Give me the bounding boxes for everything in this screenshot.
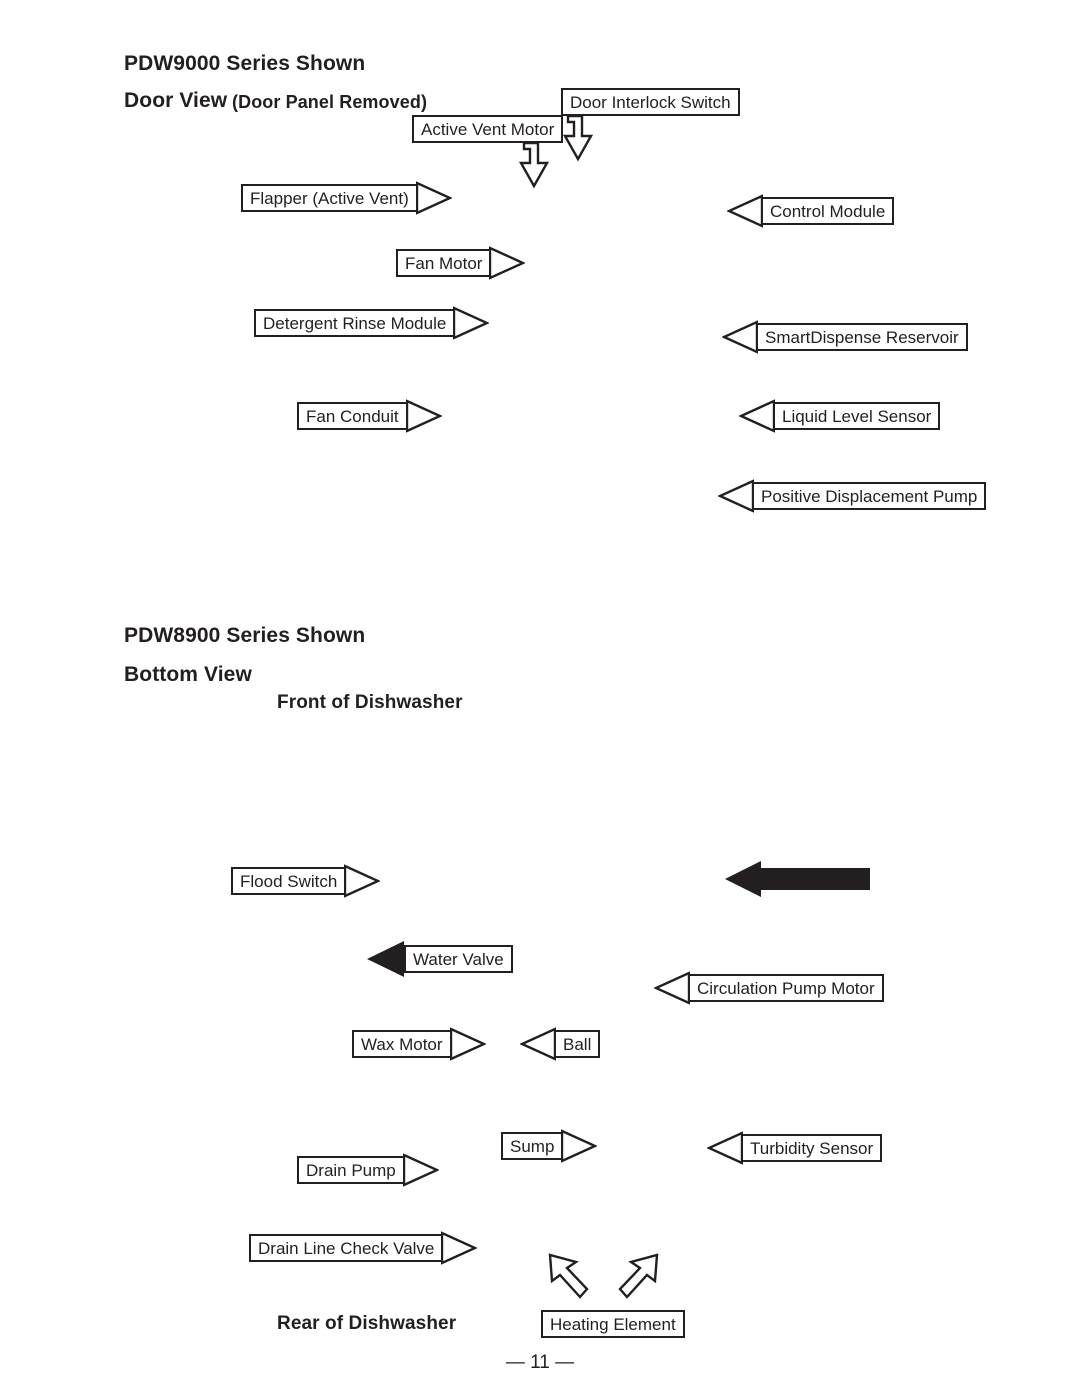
callout-label: Positive Displacement Pump: [752, 482, 987, 510]
page-number: — 11 —: [505, 1352, 575, 1373]
callout-fan-motor: Fan Motor: [396, 243, 526, 283]
front-of-dishwasher-label: Front of Dishwasher: [277, 692, 463, 713]
callout-door-interlock-switch: Door Interlock Switch: [561, 88, 740, 162]
callout-label: Circulation Pump Motor: [688, 974, 884, 1002]
callout-label: Fan Motor: [396, 249, 492, 277]
callout-positive-displacement-pump: Positive Displacement Pump: [718, 476, 987, 516]
left-arrow-icon: [722, 320, 758, 354]
callout-flood-switch: Flood Switch: [231, 861, 381, 901]
callout-label: Sump: [501, 1132, 564, 1160]
callout-label: Active Vent Motor: [412, 115, 564, 143]
left-arrow-icon: [520, 1027, 556, 1061]
callout-label: Flapper (Active Vent): [241, 184, 418, 212]
callout-label: Turbidity Sensor: [741, 1134, 883, 1162]
bottom-section-series-title: PDW8900 Series Shown: [124, 624, 366, 647]
callout-label: Flood Switch: [231, 867, 347, 895]
right-arrow-icon: [415, 181, 452, 215]
callout-sump: Sump: [501, 1126, 598, 1166]
service-manual-page: PDW9000 Series Shown Door View (Door Pan…: [0, 0, 1080, 1397]
solid-left-arrow-icon: [725, 861, 870, 897]
callout-label: Fan Conduit: [297, 402, 408, 430]
left-arrow-icon: [707, 1131, 743, 1165]
callout-label: Water Valve: [404, 945, 513, 973]
bottom-section-view-title: Bottom View: [124, 663, 252, 686]
callout-smartdispense-reservoir: SmartDispense Reservoir: [722, 317, 968, 357]
right-arrow-icon: [402, 1153, 439, 1187]
right-arrow-icon: [441, 1231, 478, 1265]
right-arrow-icon: [489, 246, 526, 280]
left-arrow-icon: [718, 479, 754, 513]
callout-flapper-active-vent: Flapper (Active Vent): [241, 178, 452, 218]
diagonal-up-left-arrow-icon: [548, 1253, 589, 1299]
callout-control-module: Control Module: [727, 191, 895, 231]
right-arrow-icon: [344, 864, 381, 898]
callout-drain-line-check-valve: Drain Line Check Valve: [249, 1228, 478, 1268]
door-section-series-title: PDW9000 Series Shown: [124, 52, 366, 75]
callout-detergent-rinse-module: Detergent Rinse Module: [254, 303, 490, 343]
left-arrow-icon: [654, 971, 690, 1005]
right-arrow-icon: [449, 1027, 486, 1061]
callout-turbidity-sensor: Turbidity Sensor: [707, 1128, 883, 1168]
callout-label: Heating Element: [541, 1310, 685, 1338]
door-section-view-title: Door View: [124, 89, 228, 112]
callout-drain-pump: Drain Pump: [297, 1150, 439, 1190]
callout-label: Ball: [554, 1030, 601, 1058]
right-arrow-icon: [405, 399, 442, 433]
callout-ball: Ball: [520, 1024, 601, 1064]
callout-circulation-pump-motor: Circulation Pump Motor: [654, 968, 884, 1008]
right-arrow-icon: [453, 306, 490, 340]
rear-of-dishwasher-label: Rear of Dishwasher: [277, 1313, 457, 1334]
right-arrow-icon: [561, 1129, 598, 1163]
callout-label: Drain Line Check Valve: [249, 1234, 444, 1262]
callout-label: Wax Motor: [352, 1030, 452, 1058]
down-arrow-icon: [518, 141, 550, 189]
left-arrow-icon: [727, 194, 763, 228]
callout-heating-element: Heating Element: [541, 1310, 685, 1338]
callout-label: SmartDispense Reservoir: [756, 323, 968, 351]
door-section-view-note: (Door Panel Removed): [232, 92, 428, 112]
callout-water-valve: Water Valve: [366, 939, 513, 979]
callout-label: Door Interlock Switch: [561, 88, 740, 116]
solid-left-arrow-icon: [367, 941, 404, 977]
callout-fan-conduit: Fan Conduit: [297, 396, 442, 436]
diagonal-up-right-arrow-icon: [618, 1253, 659, 1299]
callout-liquid-level-sensor: Liquid Level Sensor: [739, 396, 941, 436]
callout-label: Detergent Rinse Module: [254, 309, 456, 337]
callout-active-vent-motor: Active Vent Motor: [412, 115, 564, 189]
callout-wax-motor: Wax Motor: [352, 1024, 486, 1064]
callout-label: Liquid Level Sensor: [773, 402, 941, 430]
callout-label: Drain Pump: [297, 1156, 405, 1184]
left-arrow-icon: [739, 399, 775, 433]
callout-label: Control Module: [761, 197, 895, 225]
